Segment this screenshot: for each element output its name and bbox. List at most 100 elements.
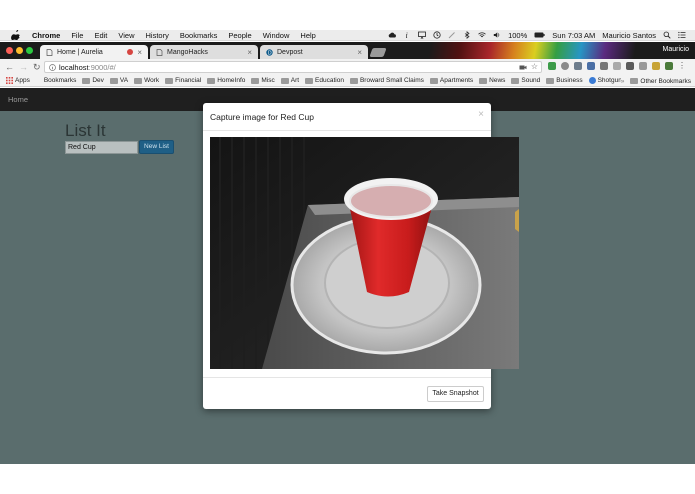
screenshot-extension-icon[interactable]: [626, 62, 634, 70]
bookmark-folder-art[interactable]: Art: [280, 77, 299, 84]
bookmarks-bar: Apps Bookmarks Dev VA Work Financial Hom…: [0, 75, 695, 87]
modal-header-divider: [203, 130, 491, 131]
shield-extension-icon[interactable]: [548, 62, 556, 70]
info-icon[interactable]: i: [403, 31, 411, 39]
bookmark-folder-news[interactable]: News: [479, 77, 505, 84]
bookmark-label: Work: [144, 77, 160, 84]
menu-help[interactable]: Help: [300, 31, 315, 40]
window-close-button[interactable]: [6, 47, 13, 54]
bookmark-folder-financial[interactable]: Financial: [165, 77, 201, 84]
page-bottom-margin: [0, 464, 695, 494]
camera-icon[interactable]: [519, 64, 527, 71]
bookmark-folder-apartments[interactable]: Apartments: [429, 77, 474, 84]
bookmark-label: Apartments: [439, 77, 474, 84]
bookmark-label: VA: [119, 77, 129, 84]
tab-devpost[interactable]: D Devpost ×: [260, 45, 368, 59]
page-viewport: Home List It Red Cup New List Capture im…: [0, 88, 695, 464]
green-extension-icon[interactable]: [665, 62, 673, 70]
spotlight-search-icon[interactable]: [663, 31, 671, 39]
reader-extension-icon[interactable]: [613, 62, 621, 70]
camera-snapshot-image: [210, 137, 519, 369]
devpost-logo-icon: D: [266, 48, 273, 56]
shotgun-logo-icon: [588, 77, 596, 84]
bookmark-bookmarks[interactable]: Bookmarks: [44, 77, 77, 84]
menu-user[interactable]: Mauricio Santos: [602, 31, 656, 40]
bookmark-label: News: [489, 77, 506, 84]
bookmark-other-bookmarks[interactable]: » Other Bookmarks: [620, 75, 691, 86]
bookmark-folder-va[interactable]: VA: [109, 77, 129, 84]
menu-file[interactable]: File: [71, 31, 83, 40]
menu-bookmarks[interactable]: Bookmarks: [180, 31, 218, 40]
volume-icon[interactable]: [493, 31, 501, 39]
time-machine-icon[interactable]: [433, 31, 441, 39]
reload-icon[interactable]: ↻: [33, 62, 42, 72]
window-zoom-button[interactable]: [26, 47, 33, 54]
menu-edit[interactable]: Edit: [94, 31, 107, 40]
menu-view[interactable]: View: [118, 31, 134, 40]
page-icon: [46, 48, 53, 56]
folder-icon: [109, 77, 118, 84]
pocket-extension-icon[interactable]: [639, 62, 647, 70]
eyedropper-extension-icon[interactable]: [574, 62, 582, 70]
wifi-icon[interactable]: [478, 31, 486, 39]
macos-menu-bar: Chrome File Edit View History Bookmarks …: [0, 30, 695, 41]
bookmark-label: Business: [556, 77, 583, 84]
bookmark-apps[interactable]: Apps: [6, 77, 30, 84]
python-extension-icon[interactable]: [652, 62, 660, 70]
apple-logo-icon[interactable]: [10, 30, 20, 40]
bookmark-folder-homeinfo[interactable]: HomeInfo: [207, 77, 245, 84]
modal-footer-divider: [203, 377, 491, 378]
bookmark-folder-business[interactable]: Business: [546, 77, 583, 84]
bookmark-folder-education[interactable]: Education: [305, 77, 344, 84]
notification-center-icon[interactable]: [678, 31, 686, 39]
folder-icon: [251, 77, 260, 84]
grey-extension-icon[interactable]: [561, 62, 569, 70]
folder-icon: [305, 77, 314, 84]
dev-extension-icon[interactable]: [587, 62, 595, 70]
bluetooth-icon[interactable]: [463, 31, 471, 39]
take-snapshot-button[interactable]: Take Snapshot: [427, 386, 484, 402]
bookmark-label: Dev: [92, 77, 104, 84]
menu-history[interactable]: History: [146, 31, 169, 40]
page-icon: [156, 48, 163, 56]
address-bar[interactable]: localhost:9000/#/ ☆: [44, 61, 542, 73]
menu-app-name[interactable]: Chrome: [32, 31, 60, 40]
tab-close-icon[interactable]: ×: [357, 48, 362, 57]
window-minimize-button[interactable]: [16, 47, 23, 54]
folder-icon: [479, 77, 488, 84]
chrome-menu-icon[interactable]: ⋮: [678, 62, 686, 70]
profile-name[interactable]: Mauricio: [663, 46, 689, 53]
bookmark-folder-sound[interactable]: Sound: [511, 77, 540, 84]
bookmark-label: Other Bookmarks: [640, 77, 691, 85]
cloud-icon[interactable]: [388, 31, 397, 39]
battery-icon[interactable]: [534, 31, 545, 39]
battery-percent[interactable]: 100%: [508, 31, 527, 40]
back-arrow-icon[interactable]: ←: [5, 62, 14, 72]
tab-close-icon[interactable]: ×: [247, 48, 252, 57]
bookmark-shotgun[interactable]: Shotgun: [588, 77, 622, 84]
extensions-area: ⋮: [548, 62, 686, 70]
bookmark-folder-broward[interactable]: Broward Small Claims: [349, 77, 424, 84]
bookmark-star-icon[interactable]: ☆: [531, 62, 538, 71]
lastpass-extension-icon[interactable]: [600, 62, 608, 70]
bookmark-label: Sound: [521, 77, 541, 84]
info-circle-icon[interactable]: [49, 63, 56, 71]
close-icon[interactable]: ×: [478, 109, 484, 120]
tab-mangohacks[interactable]: MangoHacks ×: [150, 45, 258, 59]
tab-home-aurelia[interactable]: Home | Aurelia ×: [40, 45, 148, 59]
bookmark-folder-misc[interactable]: Misc: [251, 77, 275, 84]
menu-people[interactable]: People: [228, 31, 251, 40]
apps-grid-icon: [6, 77, 13, 84]
airplay-icon[interactable]: [418, 31, 426, 39]
menu-clock[interactable]: Sun 7:03 AM: [552, 31, 595, 40]
bookmark-folder-work[interactable]: Work: [134, 77, 159, 84]
bookmark-label: Bookmarks: [43, 77, 77, 84]
bookmark-label: HomeInfo: [217, 77, 246, 84]
pen-icon[interactable]: [448, 31, 456, 39]
forward-arrow-icon[interactable]: →: [19, 62, 28, 72]
bookmark-folder-dev[interactable]: Dev: [82, 77, 104, 84]
tab-close-icon[interactable]: ×: [137, 48, 142, 57]
chevron-double-right-icon[interactable]: »: [621, 78, 625, 85]
menu-window[interactable]: Window: [263, 31, 290, 40]
recording-icon: [127, 49, 134, 55]
